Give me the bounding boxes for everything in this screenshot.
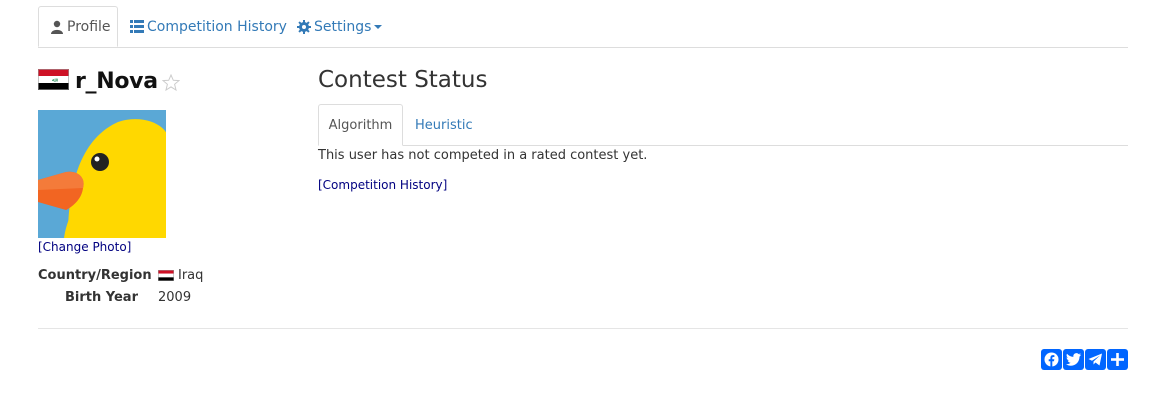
contest-tabs: Algorithm Heuristic xyxy=(318,104,1128,146)
birth-year-value: 2009 xyxy=(158,290,192,305)
tab-competition-history-label: Competition History xyxy=(147,18,287,35)
tab-algorithm[interactable]: Algorithm xyxy=(318,104,403,146)
no-contest-message: This user has not competed in a rated co… xyxy=(318,148,648,163)
telegram-icon[interactable] xyxy=(1085,349,1106,370)
birth-year-label: Birth Year xyxy=(65,290,138,305)
iraq-flag-icon: ﷲ xyxy=(38,69,69,94)
tab-heuristic[interactable]: Heuristic xyxy=(415,104,473,146)
change-photo-link[interactable]: [Change Photo] xyxy=(38,240,131,254)
country-name: Iraq xyxy=(178,268,204,283)
tab-profile-label: Profile xyxy=(67,18,111,35)
facebook-icon[interactable] xyxy=(1041,349,1062,370)
star-icon[interactable] xyxy=(161,73,181,95)
share-plus-icon[interactable] xyxy=(1107,349,1128,370)
list-icon xyxy=(130,20,144,33)
profile-tabs: Profile Competition History Settings xyxy=(38,6,1128,48)
share-buttons xyxy=(1041,349,1128,370)
country-label: Country/Region xyxy=(38,268,152,283)
tab-competition-history[interactable]: Competition History xyxy=(130,6,287,47)
avatar xyxy=(38,110,166,238)
chevron-down-icon xyxy=(374,24,383,29)
competition-history-link[interactable]: [Competition History] xyxy=(318,178,447,192)
tab-settings-label: Settings xyxy=(314,18,372,35)
contest-status-title: Contest Status xyxy=(318,67,488,93)
tab-profile[interactable]: Profile xyxy=(38,6,118,47)
iraq-flag-icon xyxy=(158,270,174,281)
divider xyxy=(38,328,1128,329)
gear-icon xyxy=(297,19,311,34)
twitter-icon[interactable] xyxy=(1063,349,1084,370)
tab-settings[interactable]: Settings xyxy=(297,6,383,47)
user-icon xyxy=(50,20,64,34)
country-value: Iraq xyxy=(158,268,203,283)
username: r_Nova xyxy=(75,69,158,94)
username-row: ﷲ r_Nova xyxy=(38,68,181,95)
